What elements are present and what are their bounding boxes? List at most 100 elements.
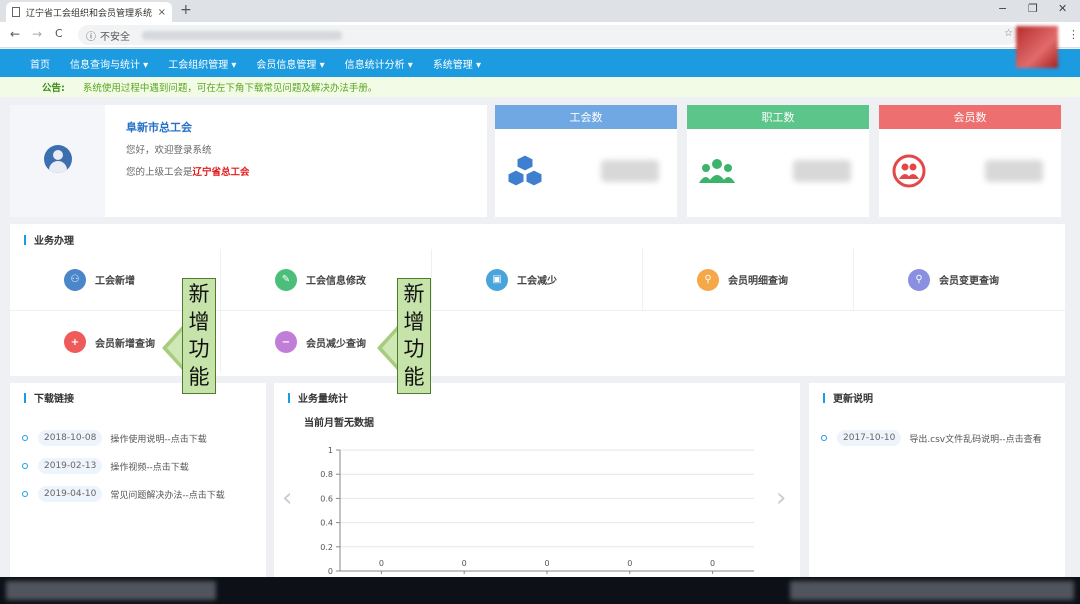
arrow-fill — [382, 330, 398, 366]
tab-title: 辽宁省工会组织和会员管理系统 — [26, 8, 153, 19]
section-title: 下载链接 — [24, 390, 74, 405]
union-reduce-icon: ▣ — [486, 268, 508, 291]
nav-item-member-info[interactable]: 会员信息管理 ▾ — [256, 56, 324, 71]
data-label: 0 — [627, 559, 632, 568]
annotation-char: 增 — [188, 309, 210, 334]
back-button[interactable]: ← — [10, 27, 20, 41]
user-icon — [44, 145, 72, 173]
timeline-dot — [821, 435, 827, 441]
bookmark-star-icon[interactable]: ☆ — [1004, 28, 1013, 39]
annotation-char: 能 — [188, 364, 210, 389]
member-add-icon: + — [64, 331, 86, 353]
item-date: 2017-10-10 — [837, 430, 902, 446]
item-date: 2019-02-13 — [38, 458, 103, 474]
annotation-char: 功 — [188, 337, 210, 362]
timeline-dot — [22, 435, 28, 441]
annotation-char: 新 — [403, 282, 425, 307]
item-date: 2019-04-10 — [38, 486, 103, 502]
stat-header: 会员数 — [879, 105, 1061, 129]
url-input[interactable]: ⓘ 不安全 — [78, 25, 1018, 45]
stat-card-employees: 职工数 — [687, 105, 869, 217]
union-reduce-button[interactable]: ▣ 工会减少 — [432, 249, 643, 311]
timeline-dot — [22, 463, 28, 469]
union-add-icon: ⚇ — [64, 268, 86, 291]
superior-name: 辽宁省总工会 — [192, 167, 250, 178]
download-link[interactable]: 2019-02-13 操作视频--点击下载 — [22, 458, 189, 474]
taskbar-tray-redacted — [790, 581, 1074, 600]
stat-header: 职工数 — [687, 105, 869, 129]
updates-panel: 更新说明 2017-10-10 导出.csv文件乱码说明--点击查看 — [809, 383, 1065, 578]
union-edit-icon: ✎ — [275, 268, 297, 291]
union-count-redacted — [601, 160, 659, 182]
browser-tab[interactable]: 辽宁省工会组织和会员管理系统 × — [6, 2, 172, 22]
new-tab-button[interactable]: + — [180, 2, 192, 18]
item-text: 操作使用说明--点击下载 — [110, 434, 207, 445]
item-label: 工会信息修改 — [306, 276, 366, 287]
arrow-fill — [167, 330, 183, 366]
y-tick-label: 0 — [328, 567, 333, 576]
annotation-char: 能 — [403, 364, 425, 389]
nav-item-union-org[interactable]: 工会组织管理 ▾ — [168, 56, 236, 71]
stat-header: 工会数 — [495, 105, 677, 129]
taskbar — [0, 577, 1080, 604]
item-label: 会员明细查询 — [728, 276, 788, 287]
y-tick-label: 1 — [328, 446, 333, 455]
download-link[interactable]: 2018-10-08 操作使用说明--点击下载 — [22, 430, 207, 446]
employee-count-redacted — [793, 160, 851, 182]
member-detail-query-button[interactable]: ⚲ 会员明细查询 — [643, 249, 854, 311]
item-label: 工会新增 — [95, 276, 135, 287]
tab-close-icon[interactable]: × — [158, 7, 166, 18]
item-text: 常见问题解决办法--点击下载 — [110, 490, 225, 501]
superior-union: 您的上级工会是辽宁省总工会 — [126, 164, 250, 178]
user-profile-panel: 阜新市总工会 您好，欢迎登录系统 您的上级工会是辽宁省总工会 — [10, 105, 487, 217]
forward-button[interactable]: → — [32, 27, 42, 41]
item-text: 操作视频--点击下载 — [110, 462, 189, 473]
y-tick-label: 0.8 — [320, 470, 333, 479]
welcome-text: 您好，欢迎登录系统 — [126, 145, 212, 156]
users-icon — [699, 159, 735, 183]
nav-item-home[interactable]: 首页 — [30, 56, 50, 71]
data-label: 0 — [379, 559, 384, 568]
document-icon — [12, 7, 20, 17]
url-text-redacted — [142, 30, 342, 40]
item-label: 会员新增查询 — [95, 338, 155, 350]
window-close-button[interactable]: ✕ — [1058, 2, 1067, 15]
search-icon: ⚲ — [908, 268, 930, 291]
item-text: 导出.csv文件乱码说明--点击查看 — [909, 434, 1042, 445]
item-label: 会员变更查询 — [939, 276, 999, 287]
search-icon: ⚲ — [697, 268, 719, 291]
downloads-panel: 下载链接 2018-10-08 操作使用说明--点击下载 2019-02-13 … — [10, 383, 266, 578]
data-label: 0 — [462, 559, 467, 568]
browser-tab-bar: 辽宁省工会组织和会员管理系统 × + − ❐ ✕ — [0, 0, 1080, 22]
timeline-dot — [22, 491, 28, 497]
avatar-column — [10, 105, 105, 217]
y-tick-label: 0.2 — [320, 543, 333, 552]
nav-item-system[interactable]: 系统管理 ▾ — [433, 56, 481, 71]
minimize-button[interactable]: − — [998, 2, 1007, 15]
member-count-redacted — [985, 160, 1043, 182]
download-link[interactable]: 2019-04-10 常见问题解决办法--点击下载 — [22, 486, 225, 502]
taskbar-apps-redacted — [6, 581, 216, 600]
reload-button[interactable]: C — [55, 27, 63, 40]
info-icon: ⓘ — [86, 31, 96, 43]
item-label: 工会减少 — [517, 276, 557, 287]
browser-menu-button[interactable]: ⋮ — [1068, 28, 1079, 41]
restore-button[interactable]: ❐ — [1028, 2, 1038, 15]
update-link[interactable]: 2017-10-10 导出.csv文件乱码说明--点击查看 — [821, 430, 1042, 446]
member-change-query-button[interactable]: ⚲ 会员变更查询 — [854, 249, 1065, 311]
profile-avatar-redacted[interactable] — [1016, 26, 1058, 68]
data-label: 0 — [710, 559, 715, 568]
nav-item-query-stats[interactable]: 信息查询与统计 ▾ — [70, 56, 148, 71]
section-title: 更新说明 — [823, 390, 873, 405]
nav-item-stat-analysis[interactable]: 信息统计分析 ▾ — [345, 56, 413, 71]
new-feature-annotation: 新 增 功 能 — [377, 278, 437, 396]
member-reduce-icon: − — [275, 331, 297, 353]
notice-bar: 公告: 系统使用过程中遇到问题，可在左下角下载常见问题及解决办法手册。 — [0, 77, 1080, 97]
notice-text: 系统使用过程中遇到问题，可在左下角下载常见问题及解决办法手册。 — [82, 83, 378, 94]
main-nav: 首页 信息查询与统计 ▾ 工会组织管理 ▾ 会员信息管理 ▾ 信息统计分析 ▾ … — [0, 49, 1080, 77]
business-stats-panel: 业务量统计 当前月暂无数据 ‹ › 0 0.2 0.4 0.6 0.8 1 0 0 0 0 0 — [274, 383, 800, 578]
y-tick-label: 0.6 — [320, 494, 333, 503]
org-name: 阜新市总工会 — [126, 121, 192, 134]
annotation-label: 新 增 功 能 — [182, 278, 216, 394]
item-label: 会员减少查询 — [306, 338, 366, 350]
